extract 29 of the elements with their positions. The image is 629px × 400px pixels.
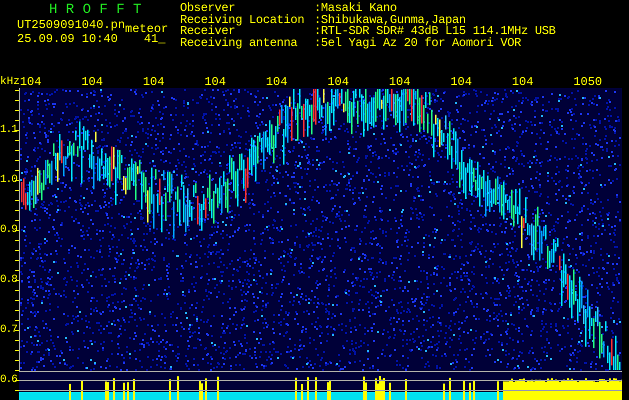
y-axis-label: 0.7 xyxy=(0,323,15,338)
x-axis-label: 104 xyxy=(512,76,534,88)
y-axis-label: 1.1 xyxy=(0,123,15,138)
y-axis-label: 1.0 xyxy=(0,173,15,188)
x-axis-label: 104 xyxy=(450,76,473,88)
info-value: :Masaki Kano xyxy=(314,3,397,14)
info-label: Receiving Location xyxy=(180,14,306,26)
x-axis-label: 104 xyxy=(327,76,350,88)
x-axis-label: 104 xyxy=(142,76,166,88)
app-title: H R O F F T xyxy=(48,2,142,18)
info-label: Receiver xyxy=(180,26,236,38)
info-label: Receiving antenna xyxy=(180,38,298,49)
x-axis-label: 104 xyxy=(204,76,227,88)
x-axis-label: 104 xyxy=(81,76,104,88)
axis-unit: kHz xyxy=(0,77,20,88)
info-value: :Shibukawa,Gunma,Japan xyxy=(314,14,467,26)
x-axis-label: 104 xyxy=(20,76,42,88)
y-axis-label: 0.6 xyxy=(0,373,15,387)
info-label: Observer xyxy=(180,3,236,14)
x-axis-label: 104 xyxy=(388,76,412,88)
info-value: :5el Yagi Az 20 for Aomori VOR xyxy=(314,38,522,49)
y-axis-label: 0.8 xyxy=(0,273,15,288)
meteor-count: 41_ xyxy=(144,32,166,46)
info-value: :RTL-SDR SDR# 43dB L15 114.1MHz USB xyxy=(314,26,556,38)
y-axis-label: 0.9 xyxy=(0,223,15,238)
file-name: UT2509091040.pn xyxy=(17,18,126,32)
timestamp: 25.09.09 10:40 xyxy=(17,32,118,46)
x-axis-label: 104 xyxy=(266,76,288,88)
x-axis-label: 1050 xyxy=(573,76,604,88)
